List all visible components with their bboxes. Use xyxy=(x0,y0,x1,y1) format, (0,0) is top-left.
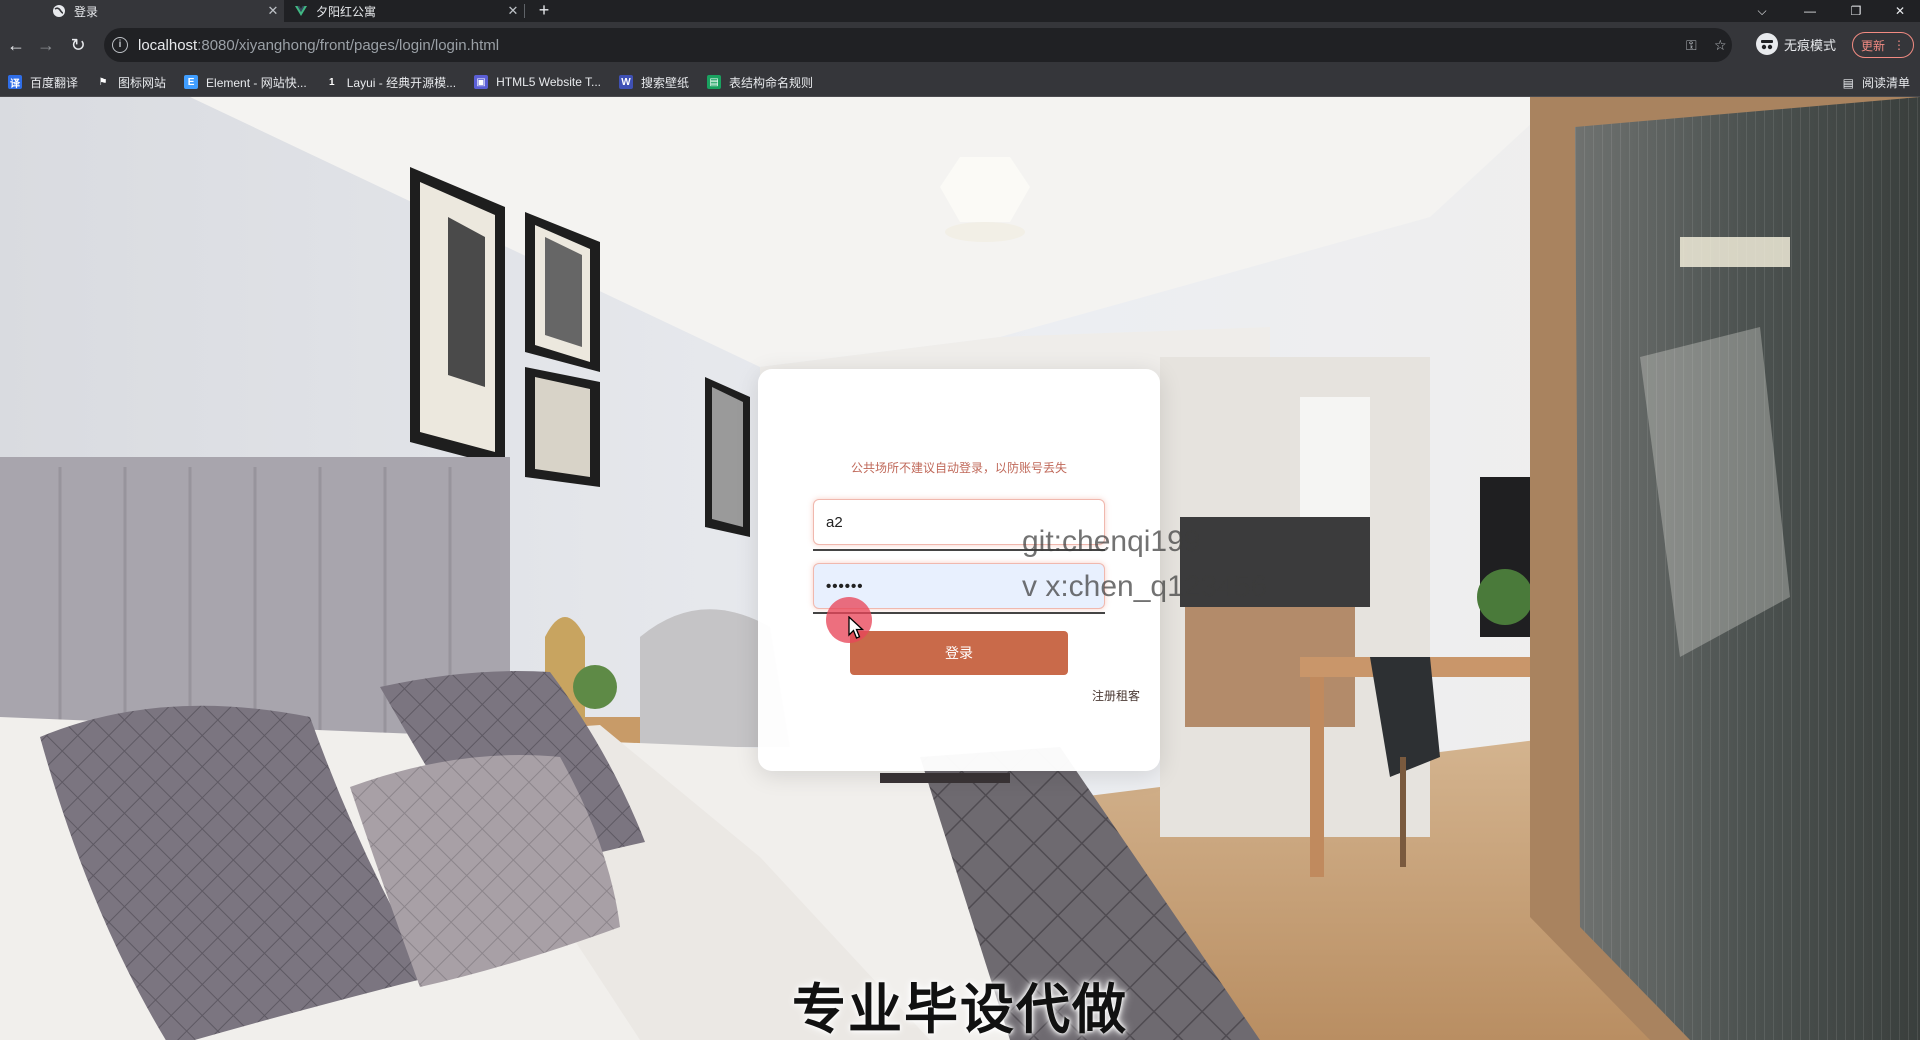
vue-logo-icon xyxy=(294,4,308,18)
html5-template-icon: ▣ xyxy=(474,75,489,89)
bookmark-item[interactable]: E Element - 网站快... xyxy=(184,74,307,91)
globe-icon xyxy=(52,4,66,18)
bookmark-item[interactable]: 1 Layui - 经典开源模... xyxy=(324,74,457,91)
bookmark-label: 百度翻译 xyxy=(30,75,79,90)
bookmark-label: Element - 网站快... xyxy=(206,75,307,90)
bookmark-item[interactable]: 译百度翻译 xyxy=(8,74,78,91)
bookmark-item[interactable]: ▤ 表结构命名规则 xyxy=(707,74,813,91)
reading-list-icon: ▤ xyxy=(1842,75,1854,90)
site-info-icon[interactable]: i xyxy=(112,37,128,53)
close-tab-icon[interactable]: ✕ xyxy=(502,3,524,19)
layui-icon: 1 xyxy=(324,75,339,89)
incognito-icon xyxy=(1756,33,1778,55)
close-tab-icon[interactable]: ✕ xyxy=(262,3,284,19)
auto-login-notice: 公共场所不建议自动登录，以防账号丢失 xyxy=(850,461,1067,475)
bookmark-star-icon[interactable]: ☆ xyxy=(1714,28,1727,62)
browser-toolbar: ← → ↻ i localhost:8080/xiyanghong/front/… xyxy=(0,22,1920,68)
incognito-label: 无痕模式 xyxy=(1784,37,1837,53)
tab-search-icon[interactable]: ⌵ xyxy=(1742,0,1782,22)
register-tenant-link[interactable]: 注册租客 xyxy=(1092,687,1140,704)
tab-title: 登录 xyxy=(74,4,99,19)
login-button[interactable]: 登录 xyxy=(850,631,1068,675)
new-tab-button[interactable]: + xyxy=(534,0,554,22)
tab-strip: 登录 ✕ 夕阳红公寓 ✕ + ⌵ — ❐ ✕ xyxy=(0,0,1920,22)
restore-icon[interactable]: ❐ xyxy=(1836,0,1876,22)
incognito-indicator[interactable]: 无痕模式 xyxy=(1756,33,1836,55)
bookmark-label: Layui - 经典开源模... xyxy=(346,75,457,90)
update-button[interactable]: 更新 ⋮ xyxy=(1852,32,1914,58)
url-path: :8080/xiyanghong/front/pages/login/login… xyxy=(197,36,500,54)
tab-login[interactable]: 登录 ✕ xyxy=(0,0,284,22)
bookmark-label: 图标网站 xyxy=(118,75,167,90)
element-icon: E xyxy=(184,75,199,89)
reading-list-button[interactable]: ▤ 阅读清单 xyxy=(1843,68,1910,97)
address-bar[interactable]: i localhost:8080/xiyanghong/front/pages/… xyxy=(104,28,1732,62)
reload-icon[interactable]: ↻ xyxy=(66,33,90,57)
tab-separator xyxy=(524,4,525,18)
key-icon[interactable]: ⚿ xyxy=(1686,28,1697,62)
watermark-git: git:chenqi199 xyxy=(1022,525,1201,558)
mouse-cursor-icon xyxy=(848,616,865,639)
bookmark-item[interactable]: ▣ HTML5 Website T... xyxy=(474,75,601,89)
forward-icon[interactable]: → xyxy=(34,33,58,57)
minimize-icon[interactable]: — xyxy=(1790,0,1830,22)
close-window-icon[interactable]: ✕ xyxy=(1880,0,1920,22)
sheet-icon: ▤ xyxy=(707,75,722,89)
login-page: 公共场所不建议自动登录，以防账号丢失 a2 •••••• 登录 注册租客 git… xyxy=(0,97,1920,1040)
back-icon[interactable]: ← xyxy=(4,33,28,57)
wallpaper-icon: W xyxy=(619,75,634,89)
watermark-contact: v x:chen_q123456 xyxy=(1022,570,1268,603)
update-label: 更新 xyxy=(1860,38,1885,53)
bookmark-label: 表结构命名规则 xyxy=(729,75,814,90)
tab-title: 夕阳红公寓 xyxy=(316,4,377,19)
url-host: localhost xyxy=(138,36,198,54)
bookmark-label: HTML5 Website T... xyxy=(496,75,602,89)
bookmarks-bar: 译百度翻译 ⚑ 图标网站 E Element - 网站快... 1 Layui - 经典开源… xyxy=(0,68,1920,97)
tab-xiyanghong[interactable]: 夕阳红公寓 ✕ xyxy=(284,0,524,22)
bookmark-item[interactable]: W 搜索壁纸 xyxy=(619,74,689,91)
video-caption: 专业毕设代做 xyxy=(792,980,1128,1040)
reading-list-label: 阅读清单 xyxy=(1861,76,1910,90)
flag-icon: ⚑ xyxy=(96,75,111,89)
bookmark-item[interactable]: ⚑ 图标网站 xyxy=(96,74,166,91)
bookmark-label: 搜索壁纸 xyxy=(641,75,690,90)
baidu-translate-icon: 译 xyxy=(8,75,22,90)
more-menu-icon[interactable]: ⋮ xyxy=(1893,38,1905,52)
